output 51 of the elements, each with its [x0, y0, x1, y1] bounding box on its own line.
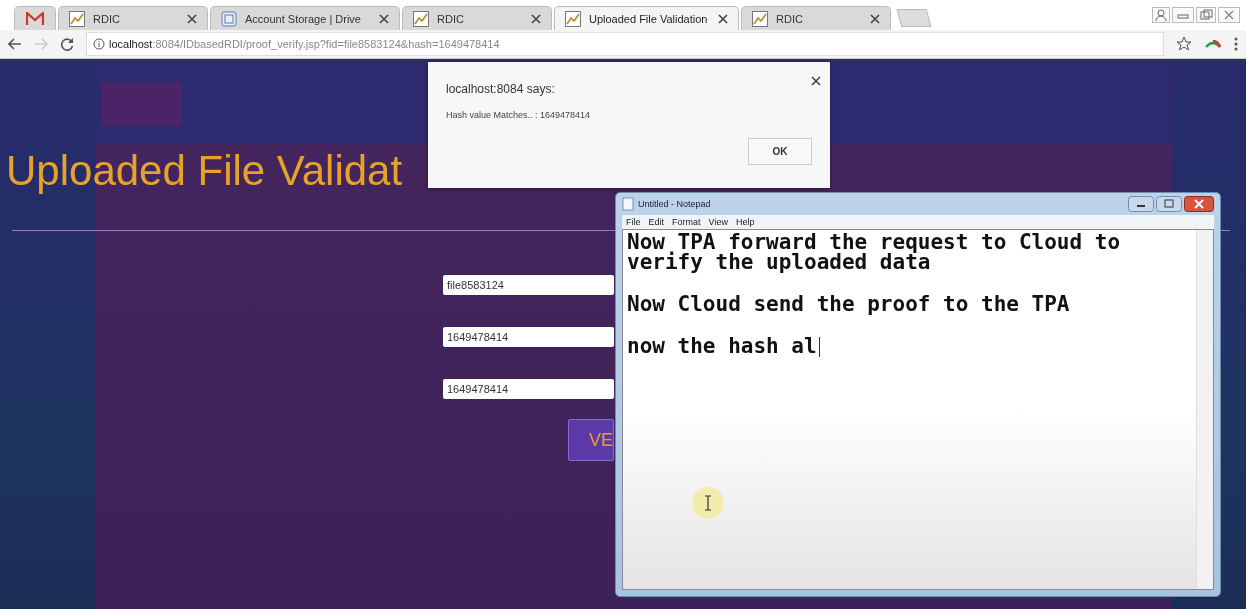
chart-icon — [752, 10, 768, 27]
close-icon[interactable] — [870, 13, 880, 24]
menu-icon[interactable] — [1234, 37, 1238, 51]
ok-button[interactable]: OK — [748, 138, 812, 165]
text-paragraph: now the hash al — [627, 336, 1187, 357]
close-icon[interactable] — [718, 13, 728, 24]
close-icon[interactable] — [187, 13, 197, 24]
browser-tab[interactable]: RDIC — [402, 6, 552, 30]
close-icon[interactable] — [531, 13, 541, 24]
close-icon[interactable] — [379, 13, 389, 24]
browser-tab[interactable]: Uploaded File Validation — [554, 6, 739, 30]
text-field[interactable]: file8583124 — [443, 275, 614, 295]
menu-item[interactable]: View — [708, 217, 728, 227]
text-paragraph: Now Cloud send the proof to the TPA — [627, 294, 1071, 314]
browser-tab[interactable]: RDIC — [58, 6, 208, 30]
browser-tab[interactable]: RDIC — [741, 6, 891, 30]
dialog-message: Hash value Matches.. : 1649478414 — [446, 110, 592, 120]
chart-icon — [413, 10, 429, 27]
minimize-icon[interactable] — [1128, 196, 1154, 212]
back-icon[interactable] — [8, 38, 22, 50]
page-title: Uploaded File Validat — [6, 147, 403, 195]
text-field[interactable]: 1649478414 — [443, 379, 614, 399]
window-title: Untitled - Notepad — [638, 199, 712, 209]
extension-icon[interactable] — [1204, 39, 1222, 49]
address-bar[interactable]: localhost:8084/IDbasedRDI/proof_verify.jsp?fid=file8583124&hash=1649478414 — [86, 32, 1164, 56]
profile-icon[interactable] — [1152, 7, 1170, 23]
restore-icon[interactable] — [1196, 7, 1216, 23]
star-icon[interactable] — [1176, 36, 1192, 52]
info-icon — [93, 38, 105, 50]
text-paragraph: Now TPA forward the request to Cloud to verify the uploaded data — [627, 232, 1122, 272]
browser-tab[interactable] — [14, 6, 56, 30]
chart-icon — [565, 10, 581, 27]
chart-icon — [69, 10, 85, 27]
reload-icon[interactable] — [60, 37, 74, 51]
text-area[interactable]: Now TPA forward the request to Cloud to verify the uploaded data Now Cloud send the proof to the TPA now the hash al — [622, 229, 1214, 590]
document-icon — [221, 10, 237, 27]
menu-item[interactable]: Help — [735, 217, 755, 227]
menu-item[interactable]: Format — [672, 217, 701, 227]
menu-item[interactable]: File — [626, 217, 641, 227]
close-icon[interactable] — [1184, 196, 1214, 212]
dialog-title: localhost:8084 says: — [446, 82, 556, 96]
menu-item[interactable]: Edit — [648, 217, 665, 227]
text-field[interactable]: 1649478414 — [443, 327, 614, 347]
verify-button[interactable]: VE — [568, 419, 614, 461]
mail-icon — [26, 11, 44, 26]
text-cursor-icon — [691, 486, 725, 520]
close-icon[interactable] — [811, 76, 821, 86]
browser-tab[interactable]: Account Storage | Drive — [210, 6, 400, 30]
notepad-icon — [622, 197, 634, 211]
scrollbar[interactable] — [1196, 230, 1213, 589]
url-text: localhost:8084/IDbasedRDI/proof_verify.jsp?fid=file8583124&hash=1649478414 — [109, 38, 500, 50]
